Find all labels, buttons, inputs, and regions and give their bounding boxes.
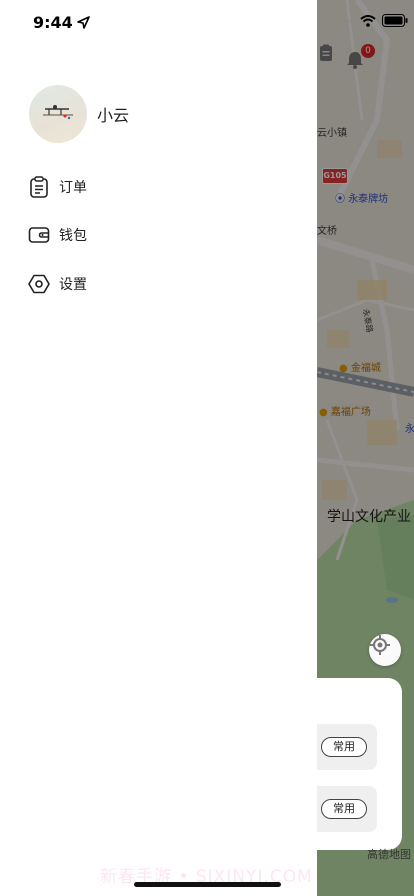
address-row[interactable]: 常用	[317, 786, 377, 832]
address-panel: 常用 常用	[317, 678, 402, 850]
battery-icon	[382, 14, 408, 27]
avatar[interactable]	[29, 85, 87, 143]
menu-item-wallet[interactable]: 钱包	[28, 223, 87, 247]
settings-hexagon-icon	[28, 273, 50, 295]
menu-item-settings[interactable]: 设置	[28, 272, 87, 296]
user-name: 小云	[97, 106, 130, 125]
common-address-chip[interactable]: 常用	[321, 737, 367, 757]
map-provider-logo: 高德地图	[367, 848, 411, 861]
avatar-image	[43, 105, 73, 120]
status-time: 9:44	[33, 13, 73, 32]
home-indicator[interactable]	[134, 882, 281, 887]
clipboard-icon	[28, 176, 50, 198]
side-drawer: 9:44 小云 订单 钱包 设置	[0, 0, 317, 896]
wifi-icon	[360, 14, 376, 27]
map-view[interactable]: 0 云小镇 G105 ⦿ 永泰牌坊 文桥 永泰路 ● 金福城 ● 嘉福广场 永 …	[317, 0, 414, 896]
wallet-icon	[28, 224, 50, 246]
menu-item-label: 设置	[59, 277, 87, 293]
menu-item-label: 钱包	[59, 228, 87, 244]
locate-crosshair-icon	[370, 635, 390, 655]
status-bar-left: 9:44	[33, 13, 90, 32]
menu-item-orders[interactable]: 订单	[28, 175, 87, 199]
locate-button[interactable]	[369, 634, 401, 666]
navigation-arrow-icon	[76, 16, 90, 29]
cellular-dots-icon	[338, 19, 354, 22]
status-bar-right	[338, 14, 408, 27]
menu-item-label: 订单	[59, 180, 87, 196]
common-address-chip[interactable]: 常用	[321, 799, 367, 819]
user-profile[interactable]: 小云	[29, 85, 129, 143]
address-row[interactable]: 常用	[317, 724, 377, 770]
